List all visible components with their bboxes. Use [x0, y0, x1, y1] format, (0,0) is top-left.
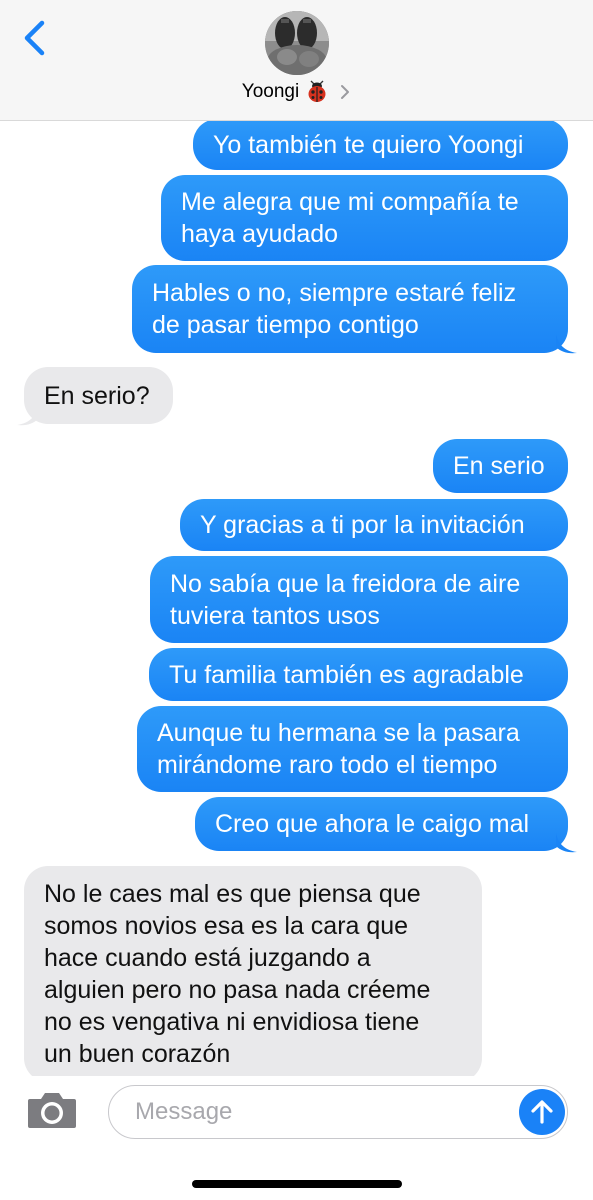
- send-button[interactable]: [519, 1089, 565, 1135]
- contact-name: Yoongi: [241, 81, 300, 102]
- chevron-right-icon: [341, 85, 350, 99]
- message-text: No le caes mal es que piensa que somos n…: [44, 880, 431, 1068]
- outgoing-message[interactable]: Hables o no, siempre estaré feliz de pas…: [132, 265, 568, 353]
- message-text: Hables o no, siempre estaré feliz de pas…: [152, 279, 517, 339]
- outgoing-message[interactable]: En serio: [433, 439, 568, 493]
- avatar-photo: [265, 11, 329, 75]
- arrow-up-icon: [531, 1100, 553, 1124]
- incoming-message[interactable]: En serio?: [24, 367, 173, 424]
- message-text: No sabía que la freidora de aire tuviera…: [170, 569, 521, 630]
- message-text: Aunque tu hermana se la pasara mirándome…: [157, 719, 520, 779]
- contact-info-button[interactable]: Yoongi: [0, 78, 593, 106]
- ladybug-icon: [308, 80, 326, 102]
- chevron-left-icon: [24, 20, 45, 56]
- outgoing-message[interactable]: Aunque tu hermana se la pasara mirándome…: [137, 706, 568, 792]
- message-text: Y gracias a ti por la invitación: [200, 511, 525, 539]
- home-indicator: [192, 1180, 402, 1188]
- message-text: En serio?: [44, 381, 150, 410]
- message-input-field[interactable]: [108, 1085, 568, 1139]
- message-text: Yo también te quiero Yoongi: [213, 130, 524, 159]
- conversation-header: Yoongi: [0, 0, 593, 121]
- outgoing-bubble-tail: [556, 334, 577, 354]
- outgoing-message[interactable]: Me alegra que mi compañía te haya ayudad…: [161, 175, 568, 261]
- incoming-message[interactable]: No le caes mal es que piensa que somos n…: [24, 866, 482, 1082]
- message-input[interactable]: [133, 1097, 507, 1127]
- message-text: Tu familia también es agradable: [169, 660, 524, 689]
- message-thread: Yo también te quiero Yoongi Me alegra qu…: [0, 0, 593, 1200]
- camera-button[interactable]: [26, 1090, 78, 1130]
- incoming-bubble-tail: [17, 406, 38, 426]
- outgoing-message[interactable]: Tu familia también es agradable: [149, 648, 568, 701]
- message-text: En serio: [453, 452, 545, 480]
- back-button[interactable]: [14, 16, 54, 60]
- outgoing-message[interactable]: Creo que ahora le caigo mal: [195, 797, 568, 851]
- outgoing-message[interactable]: Yo también te quiero Yoongi: [193, 119, 568, 170]
- outgoing-bubble-tail: [556, 833, 577, 853]
- outgoing-message[interactable]: No sabía que la freidora de aire tuviera…: [150, 556, 568, 643]
- camera-icon: [28, 1093, 76, 1128]
- outgoing-message[interactable]: Y gracias a ti por la invitación: [180, 499, 568, 551]
- contact-avatar[interactable]: [265, 11, 329, 75]
- message-text: Creo que ahora le caigo mal: [215, 810, 530, 838]
- message-text: Me alegra que mi compañía te haya ayudad…: [181, 188, 519, 248]
